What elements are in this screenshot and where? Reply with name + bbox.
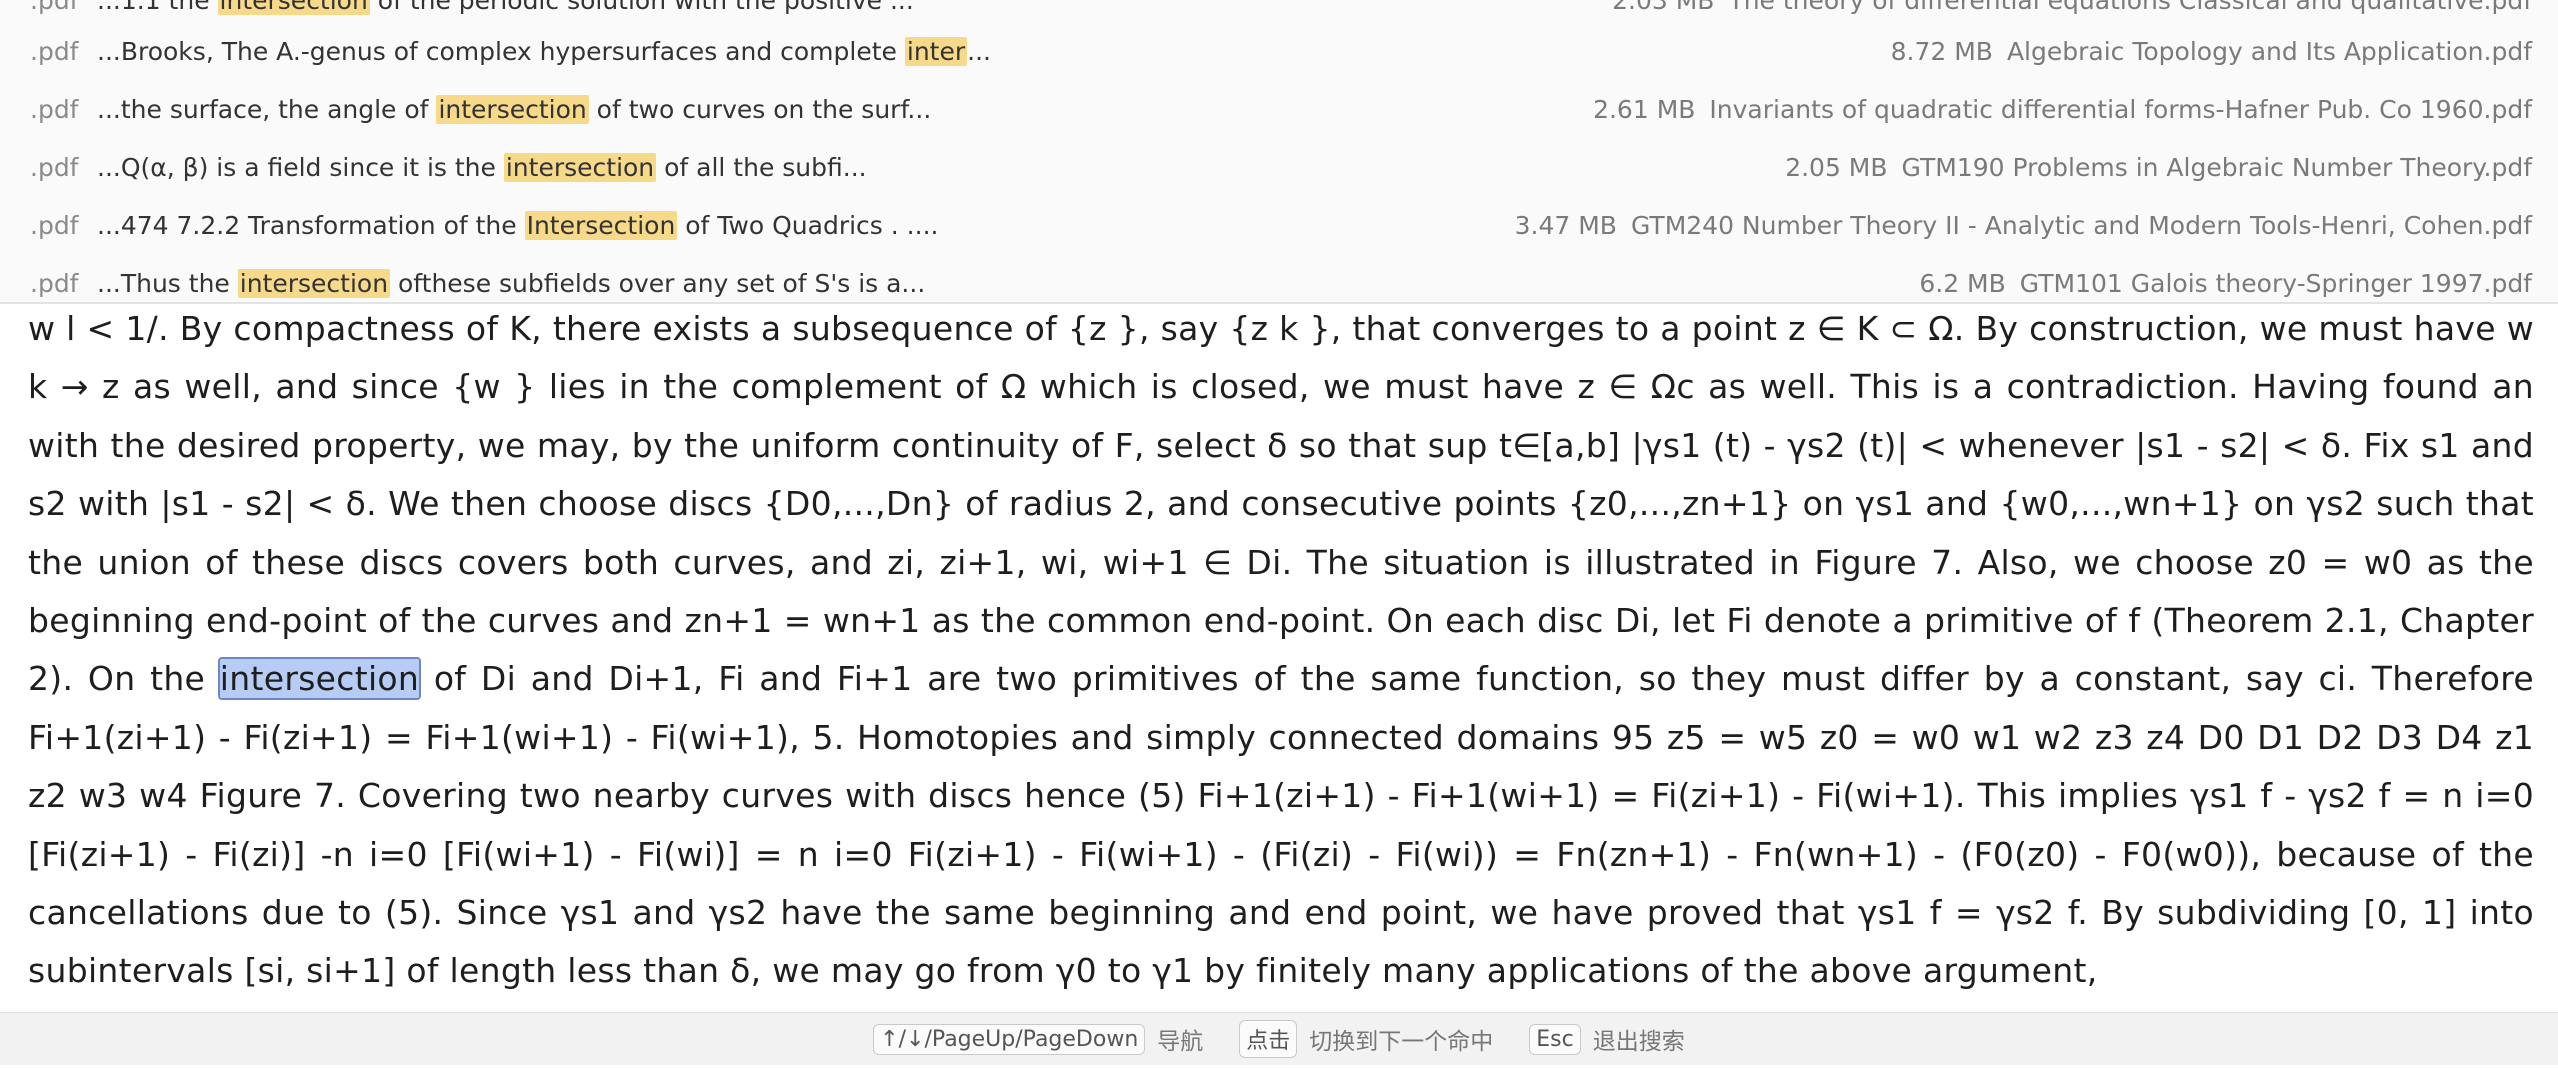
match-highlight: intersection [436,94,589,124]
result-snippet: ...the surface, the angle of intersectio… [97,94,932,124]
snippet-after: ... [967,36,991,66]
file-name: Invariants of quadratic differential for… [1709,94,2532,124]
file-size: 2.05 MB [1785,152,1888,182]
snippet-after: of Two Quadrics . .... [677,210,939,240]
snippet-after: of two curves on the surf... [588,94,932,124]
result-meta: 2.03 MB The theory of differential equati… [1612,0,2532,15]
snippet-before: ...474 7.2.2 Transformation of the [97,210,525,240]
file-name: GTM240 Number Theory II - Analytic and M… [1630,210,2532,240]
file-name: GTM101 Galois theory-Springer 1997.pdf [2019,268,2532,298]
snippet-before: ...Q(α, β) is a field since it is the [97,152,504,182]
snippet-after: of all the subfi... [656,152,867,182]
file-extension: .pdf [30,36,79,66]
result-snippet: ...474 7.2.2 Transformation of the Inter… [97,210,939,240]
file-extension: .pdf [30,210,79,240]
preview-text-before: w l < 1/. By compactness of K, there exi… [28,309,2534,699]
search-result-row[interactable]: .pdf ...the surface, the angle of interse… [0,80,2558,138]
result-meta: 2.05 MB GTM190 Problems in Algebraic Numb… [1785,153,2532,182]
file-extension: .pdf [30,94,79,124]
search-result-row[interactable]: .pdf ...Thus the intersection ofthese sub… [0,254,2558,302]
result-meta: 6.2 MB GTM101 Galois theory-Springer 1997… [1919,269,2532,298]
snippet-after: of the periodic solution with the positi… [369,0,914,15]
file-extension: .pdf [30,0,79,15]
file-size: 8.72 MB [1890,36,1993,66]
file-size: 6.2 MB [1919,268,2006,298]
match-highlight: intersection [237,268,391,298]
snippet-before: ...the surface, the angle of [97,94,437,124]
keyboard-hint-bar: ↑/↓/PageUp/PageDown 导航 点击 切换到下一个命中 Esc 退… [0,1012,2558,1065]
snippet-before: ...1.1 the [97,0,218,15]
nav-key-badge: ↑/↓/PageUp/PageDown [873,1023,1146,1055]
match-highlight: inter [904,36,968,66]
hint-click: 点击 切换到下一个命中 [1239,1020,1493,1058]
hint-navigate: ↑/↓/PageUp/PageDown 导航 [873,1022,1203,1056]
file-size: 3.47 MB [1514,210,1617,240]
file-name: The theory of differential equations Cla… [1728,0,2532,15]
snippet-after: ofthese subfields over any set of S's is… [390,268,926,298]
click-hint-label: 切换到下一个命中 [1309,1029,1494,1055]
preview-paragraph: w l < 1/. By compactness of K, there exi… [28,300,2534,1001]
result-snippet: ...1.1 the intersection of the periodic … [97,0,914,15]
match-highlight: intersection [503,152,657,182]
result-snippet: ...Thus the intersection ofthese subfiel… [97,268,926,298]
file-extension: .pdf [30,152,79,182]
file-name: Algebraic Topology and Its Application.p… [2006,36,2532,66]
result-snippet: ...Brooks, The A.-genus of complex hyper… [97,36,991,66]
nav-hint-label: 导航 [1157,1029,1204,1055]
file-extension: .pdf [30,268,79,298]
file-size: 2.03 MB [1612,0,1715,15]
snippet-before: ...Brooks, The A.-genus of complex hyper… [97,36,905,66]
esc-key-badge: Esc [1529,1023,1581,1055]
esc-hint-label: 退出搜索 [1592,1029,1685,1055]
search-result-row[interactable]: .pdf ...Q(α, β) is a field since it is th… [0,138,2558,196]
click-key-badge: 点击 [1239,1020,1298,1058]
result-snippet: ...Q(α, β) is a field since it is the in… [97,152,867,182]
file-size: 2.61 MB [1593,94,1696,124]
hint-escape: Esc 退出搜索 [1529,1022,1685,1056]
search-results-list: .pdf ...1.1 the intersection of the perio… [0,0,2558,302]
result-meta: 2.61 MB Invariants of quadratic different… [1593,95,2532,124]
snippet-before: ...Thus the [97,268,238,298]
file-name: GTM190 Problems in Algebraic Number Theo… [1901,152,2532,182]
match-highlight: intersection [217,0,370,15]
search-result-row[interactable]: .pdf ...474 7.2.2 Transformation of the I… [0,196,2558,254]
document-preview: w l < 1/. By compactness of K, there exi… [28,300,2534,1012]
search-result-row[interactable]: .pdf ...Brooks, The A.-genus of complex h… [0,22,2558,80]
result-meta: 3.47 MB GTM240 Number Theory II - Analyti… [1515,211,2532,240]
preview-text-after: of Di and Di+1, Fi and Fi+1 are two prim… [28,659,2534,991]
current-match-highlight: intersection [217,657,422,701]
match-highlight: Intersection [524,210,678,240]
result-meta: 8.72 MB Algebraic Topology and Its Applic… [1891,37,2532,66]
